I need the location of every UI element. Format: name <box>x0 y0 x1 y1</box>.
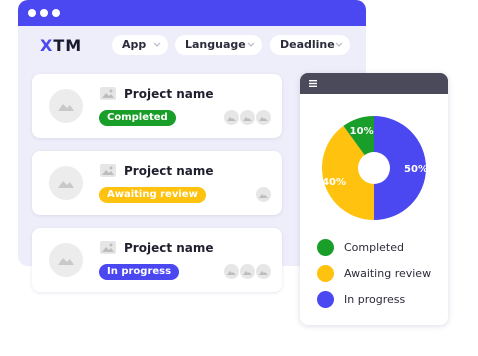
chart-panel-header <box>300 73 448 94</box>
image-placeholder-icon <box>58 104 74 111</box>
project-card[interactable]: Project name Awaiting review <box>32 151 282 215</box>
status-donut-chart: 50% 40% 10% <box>322 116 428 220</box>
filter-app-label: App <box>122 38 147 51</box>
avatar[interactable] <box>240 264 255 279</box>
window-dot-icon[interactable] <box>52 9 60 17</box>
filter-app[interactable]: App <box>112 35 168 55</box>
project-thumbnail <box>49 89 83 123</box>
project-name[interactable]: Project name <box>124 163 214 179</box>
status-chart-panel: 50% 40% 10% Completed Awaiting review In p… <box>300 73 448 325</box>
window-dot-icon[interactable] <box>28 9 36 17</box>
legend-label: Completed <box>344 241 404 254</box>
avatar[interactable] <box>256 110 271 125</box>
avatar[interactable] <box>240 110 255 125</box>
donut-hole <box>358 152 390 184</box>
project-card[interactable]: Project name In progress <box>32 228 282 292</box>
avatar[interactable] <box>224 264 239 279</box>
menu-icon[interactable] <box>309 80 317 87</box>
avatar[interactable] <box>256 264 271 279</box>
logo-tm: TM <box>53 36 83 55</box>
chevron-down-icon <box>335 42 343 47</box>
stage: XTM App Language Deadline Project name C… <box>0 0 478 356</box>
window-dot-icon[interactable] <box>40 9 48 17</box>
pie-data-label: 40% <box>322 177 346 188</box>
image-placeholder-icon <box>58 258 74 265</box>
legend-swatch <box>317 291 334 308</box>
avatar-placeholder-icon <box>227 271 236 275</box>
avatar-placeholder-icon <box>227 117 236 121</box>
filter-deadline-label: Deadline <box>280 38 335 51</box>
avatar-placeholder-icon <box>259 194 268 198</box>
chevron-down-icon <box>247 42 255 47</box>
filter-deadline[interactable]: Deadline <box>270 35 350 55</box>
filter-language-label: Language <box>185 38 246 51</box>
pie-data-label: 10% <box>350 126 374 137</box>
legend-label: Awaiting review <box>344 267 432 280</box>
image-placeholder-icon <box>100 87 116 100</box>
avatar-placeholder-icon <box>243 117 252 121</box>
status-badge: In progress <box>99 264 180 280</box>
assignees <box>255 187 271 203</box>
project-name[interactable]: Project name <box>124 240 214 256</box>
avatar[interactable] <box>256 187 271 202</box>
status-badge: Completed <box>99 110 176 126</box>
avatar-placeholder-icon <box>259 117 268 121</box>
chevron-down-icon <box>153 42 161 47</box>
legend-label: In progress <box>344 293 406 306</box>
avatar-placeholder-icon <box>259 271 268 275</box>
legend-swatch <box>317 265 334 282</box>
project-thumbnail <box>49 166 83 200</box>
window-titlebar <box>18 0 366 26</box>
project-name[interactable]: Project name <box>124 86 214 102</box>
assignees <box>223 110 271 126</box>
status-badge: Awaiting review <box>99 187 206 203</box>
legend-swatch <box>317 239 334 256</box>
assignees <box>223 264 271 280</box>
filter-language[interactable]: Language <box>175 35 262 55</box>
image-placeholder-icon <box>100 164 116 177</box>
avatar[interactable] <box>224 110 239 125</box>
project-thumbnail <box>49 243 83 277</box>
project-card[interactable]: Project name Completed <box>32 74 282 138</box>
image-placeholder-icon <box>58 181 74 188</box>
pie-data-label: 50% <box>404 164 428 175</box>
logo-x: X <box>40 36 54 55</box>
image-placeholder-icon <box>100 241 116 254</box>
avatar-placeholder-icon <box>243 271 252 275</box>
xtm-logo: XTM <box>40 36 82 56</box>
